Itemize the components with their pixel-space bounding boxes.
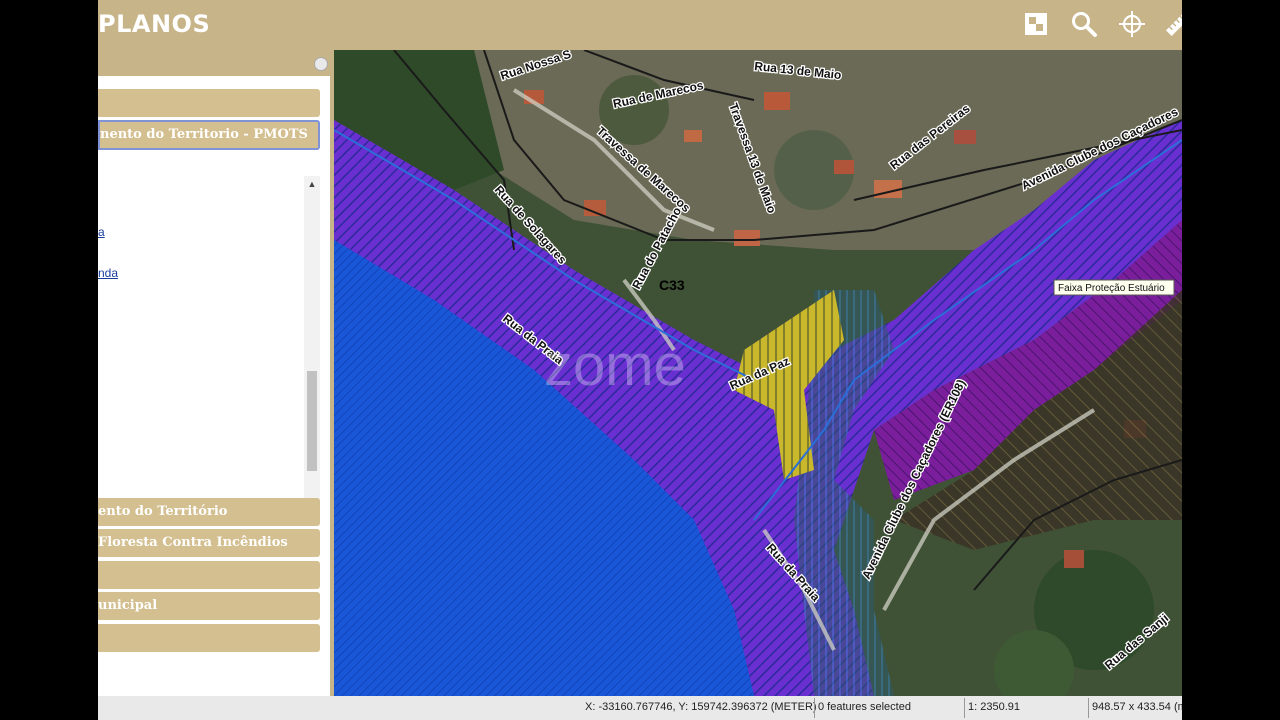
selection-count: 0 features selected <box>818 701 911 713</box>
status-bar: X: -33160.767746, Y: 159742.396372 (METE… <box>98 696 1182 720</box>
extent-readout: 948.57 x 433.54 (m <box>1092 701 1182 713</box>
accordion-section-5[interactable] <box>98 561 320 589</box>
panel-body: nento do Territorio - PMOTS a nda ▲ ▼ en… <box>98 76 332 700</box>
scale-readout: 1: 2350.91 <box>968 701 1020 713</box>
layer-list: a nda ▲ ▼ <box>98 176 320 516</box>
accordion-section-ordenamento[interactable]: ento do Território <box>98 498 320 526</box>
app-title: PLANOS <box>98 10 211 38</box>
accordion-section-1[interactable] <box>98 89 320 117</box>
app-window: PLANOS nento do Territorio - PMOTS a nda… <box>98 0 1182 720</box>
layers-icon[interactable] <box>1023 10 1051 38</box>
status-divider <box>814 698 815 718</box>
layer-list-scrollbar[interactable]: ▲ ▼ <box>304 176 320 516</box>
layer-link-1[interactable]: a <box>98 225 105 239</box>
locate-icon[interactable] <box>1118 10 1146 38</box>
measure-icon[interactable] <box>1164 10 1182 38</box>
coordinates-readout: X: -33160.767746, Y: 159742.396372 (METE… <box>585 701 817 713</box>
map-canvas[interactable]: Rua Nossa S Rua de Marecos Rua 13 de Mai… <box>334 50 1182 696</box>
layer-link-2[interactable]: nda <box>98 266 118 280</box>
panel-collapse-button[interactable] <box>314 57 328 71</box>
layers-panel: nento do Territorio - PMOTS a nda ▲ ▼ en… <box>98 50 332 704</box>
status-divider <box>1088 698 1089 718</box>
map-image[interactable]: Rua Nossa S Rua de Marecos Rua 13 de Mai… <box>334 50 1182 696</box>
watermark: zome <box>544 333 686 398</box>
accordion-section-municipal[interactable]: unicipal <box>98 592 320 620</box>
accordion-section-7[interactable] <box>98 624 320 652</box>
tooltip-text: Faixa Proteção Estuário <box>1058 283 1165 294</box>
search-icon[interactable] <box>1070 10 1098 38</box>
accordion-section-pmots[interactable]: nento do Territorio - PMOTS <box>98 120 320 150</box>
map-tooltip: Faixa Proteção Estuário <box>1053 279 1175 296</box>
accordion-label: nento do Territorio - PMOTS <box>100 127 308 142</box>
status-divider <box>964 698 965 718</box>
scroll-thumb[interactable] <box>307 371 317 471</box>
header-bar: PLANOS <box>98 0 1182 50</box>
accordion-section-floresta[interactable]: Floresta Contra Incêndios <box>98 529 320 557</box>
parcel-label: C33 <box>659 277 685 293</box>
scroll-up-arrow-icon[interactable]: ▲ <box>304 176 320 192</box>
